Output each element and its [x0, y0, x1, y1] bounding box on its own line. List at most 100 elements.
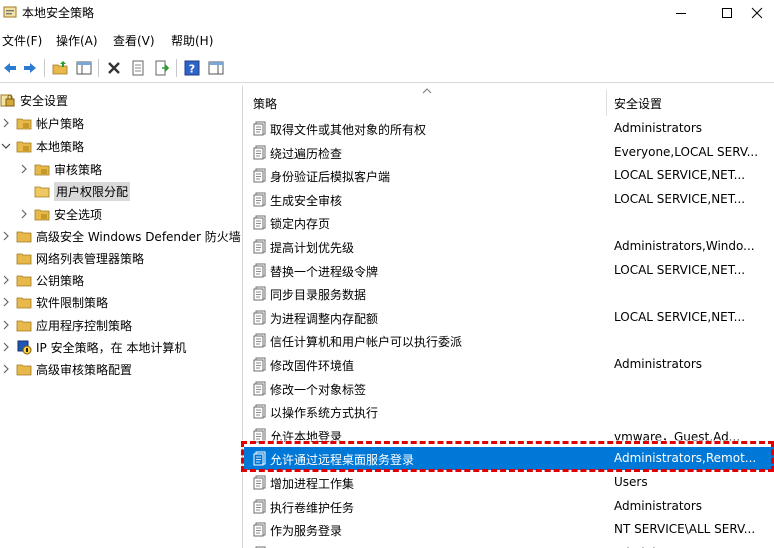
minimize-icon: [676, 13, 686, 14]
minimize-button[interactable]: [658, 0, 704, 26]
chevron-right-icon[interactable]: [0, 319, 12, 331]
menu-action[interactable]: 操作(A): [56, 32, 98, 49]
policy-setting-value: Administrators: [614, 357, 703, 371]
policy-row[interactable]: 修改一个对象标签: [244, 377, 774, 400]
column-header-policy[interactable]: 策略: [253, 90, 277, 116]
action-pane-button[interactable]: [206, 58, 226, 78]
policy-name: 身份验证后模拟客户端: [270, 170, 391, 185]
menu-view[interactable]: 查看(V): [113, 32, 155, 49]
policy-name: 以操作系统方式执行: [270, 406, 379, 421]
delete-x-icon: [108, 62, 120, 74]
policy-name: 同步目录服务数据: [270, 288, 367, 303]
chevron-right-icon[interactable]: [0, 274, 12, 286]
policy-icon: [253, 286, 266, 301]
tree-label: 网络列表管理器策略: [36, 251, 145, 266]
policy-icon: [253, 357, 266, 372]
chevron-right-icon[interactable]: [0, 341, 12, 353]
tree-label: 软件限制策略: [36, 295, 109, 310]
back-arrow-icon: [4, 63, 16, 73]
help-button[interactable]: ?: [182, 58, 202, 78]
policy-name: 取得文件或其他对象的所有权: [270, 123, 427, 137]
menu-file[interactable]: 文件(F): [2, 32, 42, 49]
policy-icon: [253, 381, 266, 396]
tree-label: 公钥策略: [36, 273, 85, 288]
policy-icon: [253, 121, 266, 136]
properties-button[interactable]: [128, 58, 148, 78]
chevron-right-icon[interactable]: [18, 163, 30, 175]
chevron-right-icon[interactable]: [0, 117, 12, 129]
menu-help[interactable]: 帮助(H): [171, 32, 213, 49]
tree-item-public-key-policies[interactable]: 公钥策略: [0, 269, 84, 291]
policy-row[interactable]: 锁定内存页: [244, 211, 774, 234]
tree-item-security-options[interactable]: 安全选项: [18, 203, 102, 225]
policy-row[interactable]: 生成安全审核 LOCAL SERVICE,NET...: [244, 188, 774, 211]
export-list-button[interactable]: [152, 58, 172, 78]
policy-row[interactable]: 作为批处理作业登录Administrators: [244, 542, 774, 548]
policy-row[interactable]: 信任计算机和用户帐户可以执行委派: [244, 329, 774, 352]
policy-row[interactable]: 修改固件环境值 Administrators: [244, 353, 774, 376]
policy-icon: [253, 215, 266, 230]
tree-item-advanced-audit[interactable]: 高级审核策略配置: [0, 358, 132, 380]
column-header-setting[interactable]: 安全设置: [614, 90, 662, 116]
tree-label: 安全设置: [20, 93, 69, 108]
close-button[interactable]: [740, 0, 774, 26]
tree-item-account-policies[interactable]: 帐户策略: [0, 112, 84, 134]
chevron-down-icon[interactable]: [0, 140, 12, 152]
policy-icon: [253, 239, 266, 254]
tree-item-software-restriction[interactable]: 软件限制策略: [0, 291, 108, 313]
policy-row[interactable]: 增加进程工作集 Users: [244, 471, 774, 494]
export-list-icon: [155, 60, 170, 76]
policy-row-selected[interactable]: 允许通过远程桌面服务登录 Administrators,Remot...: [244, 447, 774, 471]
chevron-right-icon[interactable]: [0, 363, 12, 375]
folder-icon: [16, 272, 32, 288]
tree-item-audit-policy[interactable]: 审核策略: [18, 158, 102, 180]
policy-row[interactable]: 身份验证后模拟客户端 LOCAL SERVICE,NET...: [244, 164, 774, 187]
tree-item-local-policies[interactable]: 本地策略: [0, 135, 84, 157]
back-button[interactable]: [0, 58, 20, 78]
policy-folder-open-icon: [34, 183, 50, 199]
policy-row[interactable]: 取得文件或其他对象的所有权 Administrators: [244, 117, 774, 140]
policy-name: 生成安全审核: [270, 193, 343, 208]
policy-row[interactable]: 替换一个进程级令牌 LOCAL SERVICE,NET...: [244, 259, 774, 282]
tree-item-network-list-manager[interactable]: 网络列表管理器策略: [16, 247, 144, 269]
chevron-right-icon[interactable]: [0, 296, 12, 308]
chevron-right-icon[interactable]: [18, 208, 30, 220]
delete-button[interactable]: [104, 58, 124, 78]
tree-item-app-control[interactable]: 应用程序控制策略: [0, 314, 132, 336]
policy-row[interactable]: 作为服务登录 NT SERVICE\ALL SERV...: [244, 518, 774, 541]
tree-item-ip-security[interactable]: IP 安全策略，在 本地计算机: [0, 336, 186, 358]
policy-icon: [253, 192, 266, 207]
policy-name: 增加进程工作集: [270, 477, 355, 491]
policy-name: 绕过遍历检查: [270, 146, 343, 161]
title-bar: 本地安全策略: [0, 0, 774, 26]
policy-icon: [253, 451, 266, 466]
tree-label: 审核策略: [54, 162, 103, 177]
policy-name: 为进程调整内存配额: [270, 311, 379, 326]
policy-setting-value: Administrators: [614, 498, 703, 513]
policy-row[interactable]: 为进程调整内存配额 LOCAL SERVICE,NET...: [244, 306, 774, 329]
policy-setting-value: Users: [614, 475, 648, 489]
tree-item-defender-firewall[interactable]: 高级安全 Windows Defender 防火墙: [0, 225, 241, 247]
policy-row[interactable]: 绕过遍历检查 Everyone,LOCAL SERV...: [244, 141, 774, 164]
tree-label: 帐户策略: [36, 116, 85, 131]
policy-folder-open-icon: [16, 138, 32, 154]
chevron-right-icon[interactable]: [0, 230, 12, 242]
policy-icon: [253, 333, 266, 348]
policy-row[interactable]: 执行卷维护任务 Administrators: [244, 495, 774, 518]
tree-item-user-rights-assignment[interactable]: 用户权限分配: [18, 180, 131, 202]
policy-row[interactable]: 同步目录服务数据: [244, 282, 774, 305]
policy-icon: [253, 475, 266, 490]
policy-name: 允许本地登录: [270, 429, 343, 444]
up-folder-button[interactable]: [50, 58, 70, 78]
forward-button[interactable]: [20, 58, 40, 78]
policy-row[interactable]: 以操作系统方式执行: [244, 400, 774, 423]
policy-row[interactable]: 允许本地登录 vmware，Guest,Ad...: [244, 424, 774, 447]
policy-name: 提高计划优先级: [270, 241, 355, 255]
forward-arrow-icon: [24, 63, 36, 73]
policy-setting-value: Everyone,LOCAL SERV...: [614, 144, 759, 159]
show-hide-tree-button[interactable]: [74, 58, 94, 78]
policy-setting-value: Administrators: [614, 121, 703, 135]
folder-icon: [16, 317, 32, 333]
policy-row[interactable]: 提高计划优先级 Administrators,Windo...: [244, 235, 774, 258]
tree-root-security-settings[interactable]: 安全设置: [0, 89, 68, 111]
